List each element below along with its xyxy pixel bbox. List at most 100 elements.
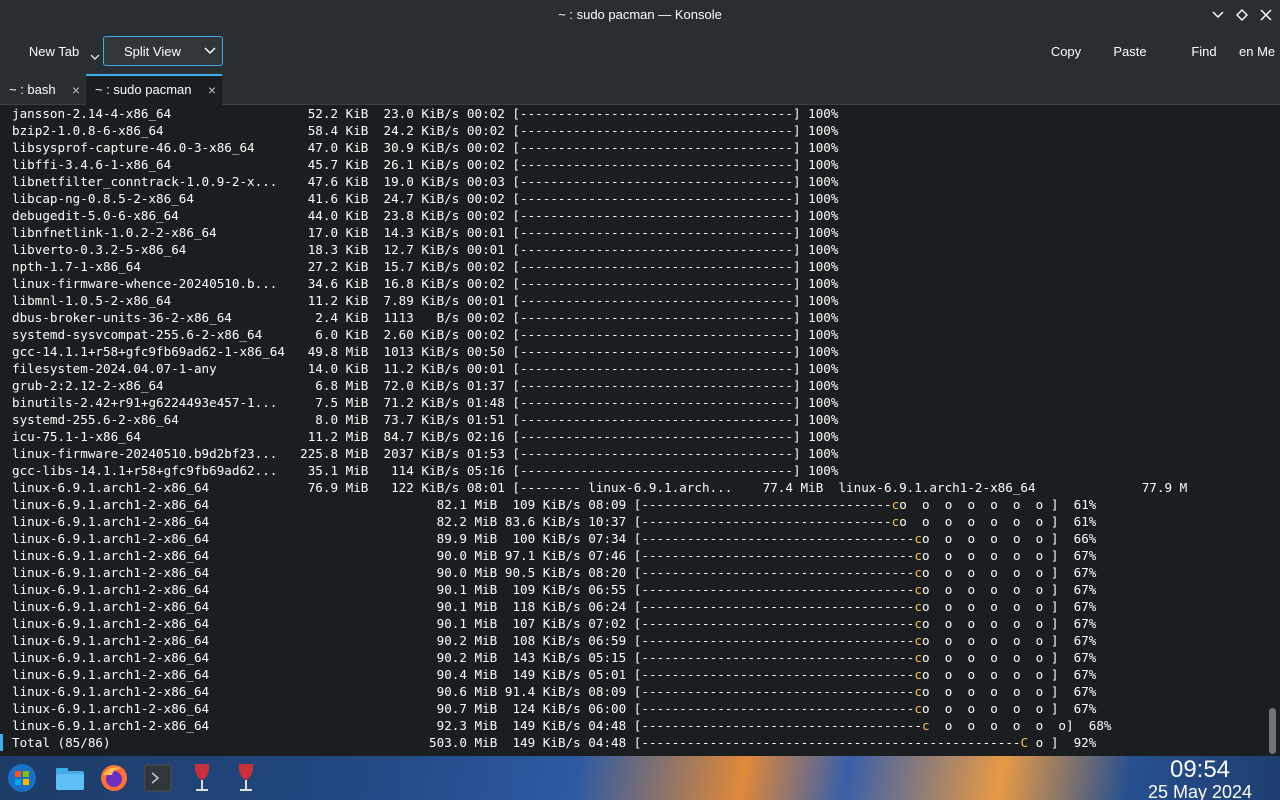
package-name: linux-6.9.1.arch1-2-x86_64 — [12, 616, 210, 631]
scrollbar[interactable] — [1266, 105, 1280, 756]
progress-remaining: o o o o o o — [921, 531, 1051, 546]
find-button[interactable]: Find — [1178, 36, 1230, 68]
paste-button[interactable]: Paste — [1102, 36, 1158, 68]
progress-percent: 67% — [1066, 650, 1097, 665]
progress-percent: 67% — [1066, 616, 1097, 631]
progress-remaining: o o o o o o o — [899, 497, 1051, 512]
tab-label: ~ : sudo pacman — [95, 82, 192, 97]
progress-bar: ----------------------------------------… — [641, 735, 1021, 750]
progress-percent: 68% — [1081, 718, 1112, 733]
download-size: 82.2 MiB — [436, 514, 498, 529]
eta: 07:02 — [588, 616, 627, 631]
progress-line: linux-6.9.1.arch1-2-x86_64 90.1 MiB 107 … — [12, 616, 1097, 631]
progress-line: linux-6.9.1.arch1-2-x86_64 89.9 MiB 100 … — [12, 531, 1097, 546]
open-menu-button[interactable]: en Me — [1236, 36, 1280, 68]
tab-bash[interactable]: ~ : bash × — [0, 76, 86, 104]
progress-remaining: o o o o o o — [921, 633, 1051, 648]
download-size: 90.1 MiB — [436, 599, 498, 614]
package-name: linux-6.9.1.arch1-2-x86_64 — [12, 599, 210, 614]
download-speed: 107 KiB/s — [504, 616, 581, 631]
pacman-chomp-icon: c — [914, 531, 922, 546]
terminal-icon[interactable] — [142, 762, 174, 794]
download-size: 90.0 MiB — [436, 548, 498, 563]
download-speed: 124 KiB/s — [504, 701, 581, 716]
progress-percent: 67% — [1066, 599, 1097, 614]
close-button[interactable] — [1257, 6, 1275, 24]
toolbar: New Tab Split View Copy Paste Find en Me — [0, 30, 1280, 75]
close-tab-icon[interactable]: × — [208, 76, 216, 104]
pacman-chomp-icon: c — [914, 582, 922, 597]
new-tab-button[interactable]: New Tab — [14, 36, 94, 68]
clock[interactable]: 09:54 25 May 2024 — [1120, 756, 1280, 800]
progress-bar: ------------------------------------ — [641, 701, 915, 716]
progress-percent: 67% — [1066, 582, 1097, 597]
package-name: linux-6.9.1.arch1-2-x86_64 — [12, 514, 210, 529]
split-view-button[interactable]: Split View — [103, 36, 223, 66]
close-tab-icon[interactable]: × — [72, 76, 80, 104]
package-name: linux-6.9.1.arch1-2-x86_64 — [12, 633, 210, 648]
eta: 06:00 — [588, 701, 627, 716]
progress-remaining: o o o o o o — [921, 616, 1051, 631]
progress-bar: ------------------------------------ — [641, 565, 915, 580]
progress-percent: 92% — [1066, 735, 1097, 750]
pacman-chomp-icon: c — [914, 667, 922, 682]
terminal-line: linux-6.9.1.arch1-2-x86_64 76.9 MiB 122 … — [12, 480, 1188, 495]
split-view-label: Split View — [124, 44, 181, 59]
start-menu-icon[interactable] — [6, 762, 38, 794]
package-name: linux-6.9.1.arch1-2-x86_64 — [12, 497, 210, 512]
pacman-chomp-icon: c — [914, 599, 922, 614]
eta: 05:01 — [588, 667, 627, 682]
package-name: linux-6.9.1.arch1-2-x86_64 — [12, 531, 210, 546]
terminal-line: bzip2-1.0.8-6-x86_64 58.4 KiB 24.2 KiB/s… — [12, 123, 839, 138]
clock-time: 09:54 — [1169, 756, 1231, 783]
pacman-chomp-icon: c — [914, 684, 922, 699]
scrollbar-thumb[interactable] — [1269, 708, 1276, 754]
terminal-line: libcap-ng-0.8.5-2-x86_64 41.6 KiB 24.7 K… — [12, 191, 839, 206]
tab-sudo-pacman[interactable]: ~ : sudo pacman × — [86, 74, 222, 105]
eta: 04:48 — [588, 735, 627, 750]
terminal-line: debugedit-5.0-6-x86_64 44.0 KiB 23.8 KiB… — [12, 208, 839, 223]
progress-bar: --------------------------------- — [641, 514, 892, 529]
progress-remaining: o o o o o o — [921, 701, 1051, 716]
eta: 07:34 — [588, 531, 627, 546]
maximize-button[interactable] — [1233, 6, 1251, 24]
clock-date: 25 May 2024 — [1147, 782, 1253, 800]
download-speed: 143 KiB/s — [504, 650, 581, 665]
pacman-chomp-icon: c — [914, 633, 922, 648]
wine-icon[interactable] — [186, 762, 218, 794]
terminal-line: linux-firmware-whence-20240510.b... 34.6… — [12, 276, 839, 291]
download-size: 90.1 MiB — [436, 616, 498, 631]
download-speed: 149 KiB/s — [504, 667, 581, 682]
chevron-down-icon[interactable] — [90, 52, 100, 62]
eta: 07:46 — [588, 548, 627, 563]
copy-button[interactable]: Copy — [1040, 36, 1092, 68]
active-line-marker — [0, 734, 3, 751]
terminal-line: libsysprof-capture-46.0-3-x86_64 47.0 Ki… — [12, 140, 839, 155]
terminal-line: npth-1.7-1-x86_64 27.2 KiB 15.7 KiB/s 00… — [12, 259, 839, 274]
pacman-chomp-icon: C — [1020, 735, 1029, 750]
download-size: 90.4 MiB — [436, 667, 498, 682]
progress-percent: 67% — [1066, 667, 1097, 682]
terminal-line: dbus-broker-units-36-2-x86_64 2.4 KiB 11… — [12, 310, 839, 325]
download-speed: 90.5 KiB/s — [504, 565, 581, 580]
eta: 08:09 — [588, 497, 627, 512]
progress-line: linux-6.9.1.arch1-2-x86_64 90.1 MiB 118 … — [12, 599, 1097, 614]
terminal-line: systemd-255.6-2-x86_64 8.0 MiB 73.7 KiB/… — [12, 412, 839, 427]
terminal-line: gcc-14.1.1+r58+gfc9fb69ad62-1-x86_64 49.… — [12, 344, 839, 359]
firefox-icon[interactable] — [98, 762, 130, 794]
minimize-button[interactable] — [1209, 6, 1227, 24]
window-title: ~ : sudo pacman — Konsole — [558, 7, 722, 22]
terminal-line: grub-2:2.12-2-x86_64 6.8 MiB 72.0 KiB/s … — [12, 378, 839, 393]
package-name: Total (85/86) — [12, 735, 111, 750]
eta: 05:15 — [588, 650, 627, 665]
eta: 06:59 — [588, 633, 627, 648]
download-speed: 118 KiB/s — [504, 599, 581, 614]
eta: 06:55 — [588, 582, 627, 597]
package-name: linux-6.9.1.arch1-2-x86_64 — [12, 701, 210, 716]
chevron-down-icon — [1212, 11, 1224, 19]
terminal-output[interactable]: jansson-2.14-4-x86_64 52.2 KiB 23.0 KiB/… — [0, 105, 1266, 756]
terminal-line: gcc-libs-14.1.1+r58+gfc9fb69ad62... 35.1… — [12, 463, 839, 478]
tab-bar: ~ : bash × ~ : sudo pacman × — [0, 74, 1280, 105]
wine-icon[interactable] — [230, 762, 262, 794]
file-manager-icon[interactable] — [54, 762, 86, 794]
